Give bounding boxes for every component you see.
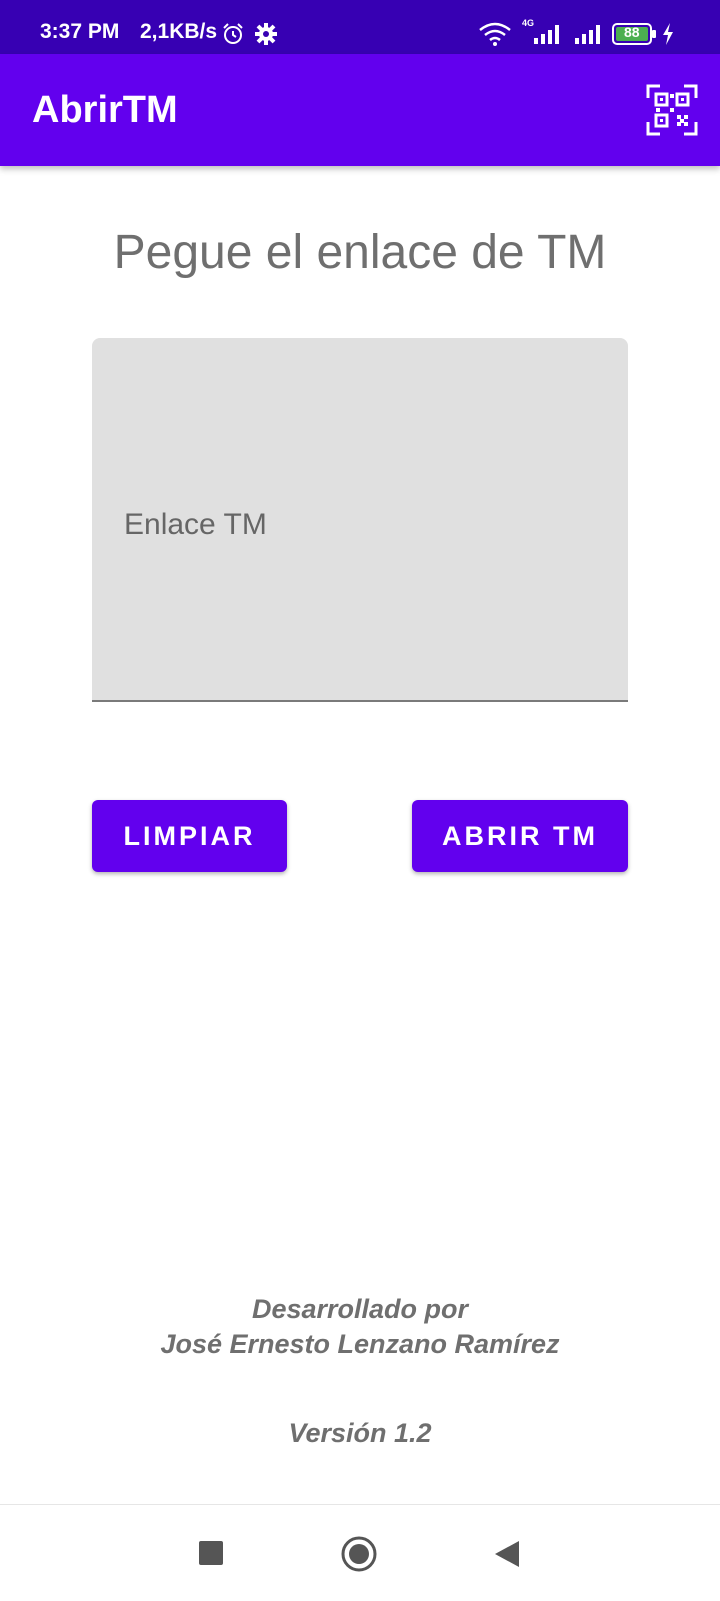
- home-icon[interactable]: [340, 1535, 378, 1578]
- qr-scan-button[interactable]: [646, 84, 698, 136]
- page-heading: Pegue el enlace de TM: [113, 226, 607, 279]
- alarm-icon: [221, 22, 245, 51]
- app-bar: AbrirTM: [0, 54, 720, 166]
- signal-icon: [530, 22, 564, 51]
- link-input-placeholder: Enlace TM: [124, 508, 267, 541]
- open-tm-button[interactable]: ABRIR TM: [412, 800, 628, 872]
- app-title: AbrirTM: [32, 89, 178, 131]
- charging-icon: [661, 22, 675, 51]
- clear-button[interactable]: LIMPIAR: [92, 800, 287, 872]
- qr-code-icon: [646, 84, 698, 136]
- battery-level: 88: [624, 24, 640, 40]
- wifi-icon: [478, 22, 512, 51]
- link-input-field[interactable]: Enlace TM: [92, 338, 628, 702]
- signal-icon-2: [571, 22, 605, 51]
- recent-apps-icon[interactable]: [198, 1540, 224, 1571]
- status-time: 3:37 PM: [40, 20, 120, 43]
- status-network-speed: 2,1KB/s: [140, 20, 218, 43]
- version-label: Versión 1.2: [288, 1418, 432, 1448]
- back-icon[interactable]: [493, 1539, 521, 1574]
- navigation-bar: [0, 1504, 720, 1601]
- gear-icon: [254, 22, 278, 51]
- developed-by-label: Desarrollado por: [251, 1294, 469, 1324]
- status-bar: 3:37 PM 2,1KB/s 4G 88: [0, 0, 720, 54]
- author-name: José Ernesto Lenzano Ramírez: [160, 1329, 560, 1359]
